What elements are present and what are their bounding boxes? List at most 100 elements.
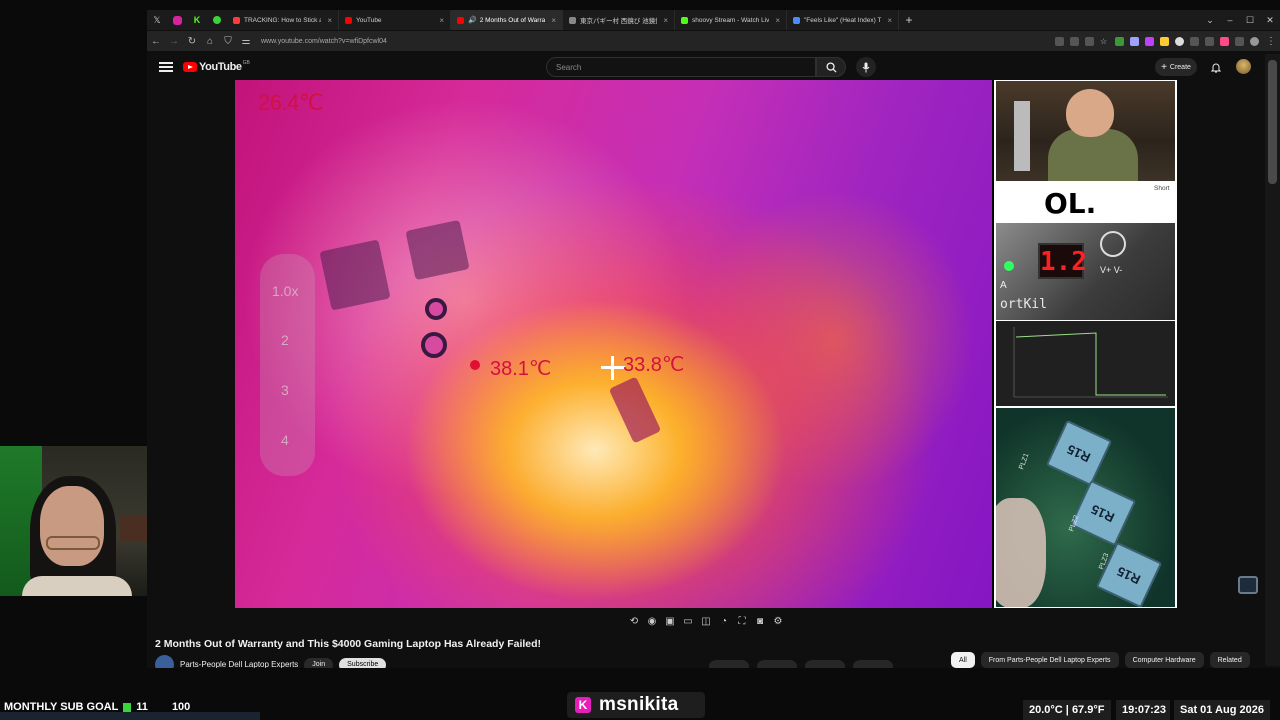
search-icon xyxy=(825,61,837,73)
extension-icon[interactable] xyxy=(1085,36,1094,46)
browser-menu-icon[interactable]: ⋮ xyxy=(1262,36,1280,47)
recommendation-chips: All From Parts-People Dell Laptop Expert… xyxy=(951,652,1250,668)
profile-icon[interactable] xyxy=(1250,36,1259,46)
home-icon[interactable]: ⌂ xyxy=(201,36,219,47)
browser-tab-2[interactable]: YouTube × xyxy=(339,10,451,30)
create-button[interactable]: + Create xyxy=(1155,58,1197,76)
reload-icon[interactable]: ↻ xyxy=(183,36,201,47)
youtube-header: YouTube GB Search + Create xyxy=(147,54,1265,80)
speed-label: 4 xyxy=(281,432,289,448)
notifications-bell-icon[interactable] xyxy=(1209,59,1223,75)
sub-goal-target: 100 xyxy=(171,701,191,713)
loop-icon[interactable]: ⟲ xyxy=(627,615,641,628)
pip-icon[interactable] xyxy=(1238,576,1258,594)
weather-readout: 20.0°C | 67.9°F xyxy=(1023,700,1111,720)
extension-icon[interactable] xyxy=(1160,36,1169,46)
youtube-logo[interactable]: YouTube GB xyxy=(183,60,250,73)
browser-tab-1[interactable]: TRACKING: How to Stick an IM× xyxy=(227,10,339,30)
subscribe-button[interactable]: Subscribe xyxy=(339,657,387,668)
ambient-temperature: 26.4℃ xyxy=(258,90,324,115)
extension-icon[interactable] xyxy=(1055,36,1064,46)
channel-avatar[interactable] xyxy=(155,655,174,668)
video-actions xyxy=(709,660,893,668)
side-panels: OL. Short 1.2 A V+ V- ortKil R15 R15 R15… xyxy=(994,80,1177,608)
share-button[interactable] xyxy=(757,660,797,668)
video-player[interactable]: 1.0x 2 3 4 26.4℃ 38.1℃ 33.8℃ OL. Short 1… xyxy=(235,80,1177,608)
extension-icon[interactable] xyxy=(1130,36,1139,46)
miniplayer-icon[interactable]: ◫ xyxy=(699,615,713,628)
tab-bar: 𝕏 K TRACKING: How to Stick an IM× YouTub… xyxy=(147,10,1280,30)
extension-icon[interactable] xyxy=(1205,36,1214,46)
scrollbar-thumb[interactable] xyxy=(1268,60,1277,184)
shield-icon[interactable]: ⛉ xyxy=(219,36,237,47)
close-window-button[interactable]: ✕ xyxy=(1260,10,1280,30)
minimize-button[interactable]: – xyxy=(1220,10,1240,30)
youtube-play-icon xyxy=(183,62,197,72)
bookmark-star-icon[interactable]: ☆ xyxy=(1100,37,1109,46)
camera-icon[interactable]: ◙ xyxy=(753,615,767,628)
kick-logo-icon: K xyxy=(575,697,591,713)
address-bar-row: ← → ↻ ⌂ ⛉ ⚌ www.youtube.com/watch?v=wfiD… xyxy=(147,31,1280,51)
hamburger-menu-icon[interactable] xyxy=(159,60,173,75)
taskbar-strip xyxy=(0,712,260,720)
maximize-button[interactable]: ☐ xyxy=(1240,10,1260,30)
user-avatar[interactable] xyxy=(1236,59,1251,74)
search-button[interactable] xyxy=(816,57,846,77)
chip-all[interactable]: All xyxy=(951,652,975,668)
voice-search-button[interactable] xyxy=(856,57,876,77)
current-plot xyxy=(996,321,1175,406)
chip-related[interactable]: Related xyxy=(1209,652,1250,668)
sub-goal-label: MONTHLY SUB GOAL xyxy=(4,701,119,713)
extensions-puzzle-icon[interactable] xyxy=(1235,36,1244,46)
like-button[interactable] xyxy=(709,660,749,668)
sub-goal-current: 11 xyxy=(136,701,148,713)
page-scrollbar[interactable] xyxy=(1265,54,1280,666)
speed-icon[interactable]: ◔ xyxy=(717,615,731,628)
extension-icon[interactable] xyxy=(1220,36,1229,46)
download-button[interactable] xyxy=(805,660,845,668)
back-icon[interactable]: ← xyxy=(147,36,165,47)
extension-icon[interactable] xyxy=(1070,36,1079,46)
forward-icon[interactable]: → xyxy=(165,36,183,47)
browser-tab-6[interactable]: "Feels Like" (Heat Index) Temp× xyxy=(787,10,899,30)
browser-tab-4[interactable]: 東京パギー村 西鏡び 池鏡鉄 × xyxy=(563,10,675,30)
speed-label: 2 xyxy=(281,332,289,348)
player-controls: ⟲ ◉ ▣ ▭ ◫ ◔ ⛶ ◙ ⚙ xyxy=(621,612,791,630)
sub-goal-widget: MONTHLY SUB GOAL 11 100 xyxy=(4,701,190,713)
extension-icon[interactable] xyxy=(1175,36,1184,46)
join-button[interactable]: Join xyxy=(304,657,334,668)
speed-label: 1.0x xyxy=(272,283,299,299)
theater-icon[interactable]: ▭ xyxy=(681,615,695,628)
site-settings-icon[interactable]: ⚌ xyxy=(237,36,255,47)
browser-tab-active[interactable]: 🔊2 Months Out of Warranty× xyxy=(451,10,563,30)
new-tab-button[interactable]: + xyxy=(899,10,919,30)
x-pinned-tab[interactable]: 𝕏 xyxy=(147,10,167,30)
video-title: 2 Months Out of Warranty and This $4000 … xyxy=(155,638,542,650)
browser-window: 𝕏 K TRACKING: How to Stick an IM× YouTub… xyxy=(147,10,1280,668)
thermal-camera-view: 1.0x 2 3 4 26.4℃ 38.1℃ 33.8℃ xyxy=(235,80,992,608)
instagram-pinned-tab[interactable] xyxy=(167,10,187,30)
clip-button[interactable] xyxy=(853,660,893,668)
date-readout: Sat 01 Aug 2026 xyxy=(1174,700,1270,720)
fullscreen-icon[interactable]: ⛶ xyxy=(735,615,749,628)
extension-icon[interactable] xyxy=(1145,36,1154,46)
search-input[interactable]: Search xyxy=(546,57,816,77)
chip-computer-hardware[interactable]: Computer Hardware xyxy=(1124,652,1204,668)
audio-icon[interactable]: ◉ xyxy=(645,615,659,628)
kick-pinned-tab[interactable]: K xyxy=(187,10,207,30)
tab-list-icon[interactable]: ⌄ xyxy=(1200,10,1220,30)
clock-readout: 19:07:23 xyxy=(1116,700,1170,720)
hotspot-marker xyxy=(470,360,480,370)
browser-tab-5[interactable]: shoovy Stream - Watch Live on× xyxy=(675,10,787,30)
channel-name[interactable]: Parts-People Dell Laptop Experts xyxy=(180,660,298,668)
streamer-brand: K msnikita xyxy=(567,692,705,718)
speed-label: 3 xyxy=(281,382,289,398)
url-field[interactable]: www.youtube.com/watch?v=wfiDpfcwl04 xyxy=(261,38,387,45)
screenshot-icon[interactable]: ▣ xyxy=(663,615,677,628)
download-icon[interactable] xyxy=(1115,36,1124,46)
extension-icon[interactable] xyxy=(1190,36,1199,46)
status-pinned-tab[interactable] xyxy=(207,10,227,30)
crosshair-icon xyxy=(601,356,625,380)
settings-gear-icon[interactable]: ⚙ xyxy=(771,615,785,628)
chip-channel[interactable]: From Parts-People Dell Laptop Experts xyxy=(980,652,1119,668)
